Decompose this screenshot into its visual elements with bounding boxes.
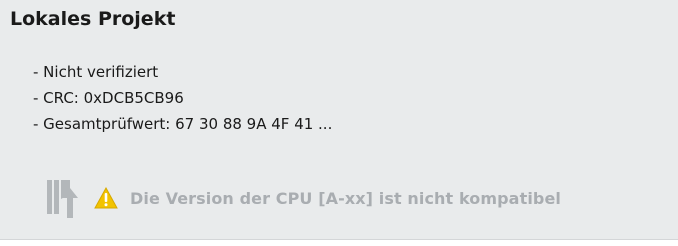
compatibility-status-row: Die Version der CPU [A-xx] ist nicht kom…: [46, 178, 561, 218]
crc-value: - CRC: 0xDCB5CB96: [33, 89, 184, 107]
download-to-device-icon: [46, 178, 78, 218]
local-project-panel: Lokales Projekt - Nicht verifiziert - CR…: [0, 0, 678, 240]
verification-status: - Nicht verifiziert: [33, 63, 159, 81]
panel-title: Lokales Projekt: [10, 8, 176, 30]
project-details-list: - Nicht verifiziert - CRC: 0xDCB5CB96 - …: [33, 59, 332, 137]
cpu-compatibility-warning: Die Version der CPU [A-xx] ist nicht kom…: [130, 188, 561, 208]
warning-icon: [78, 187, 118, 209]
checksum-value: - Gesamtprüfwert: 67 30 88 9A 4F 41 ...: [33, 115, 333, 133]
